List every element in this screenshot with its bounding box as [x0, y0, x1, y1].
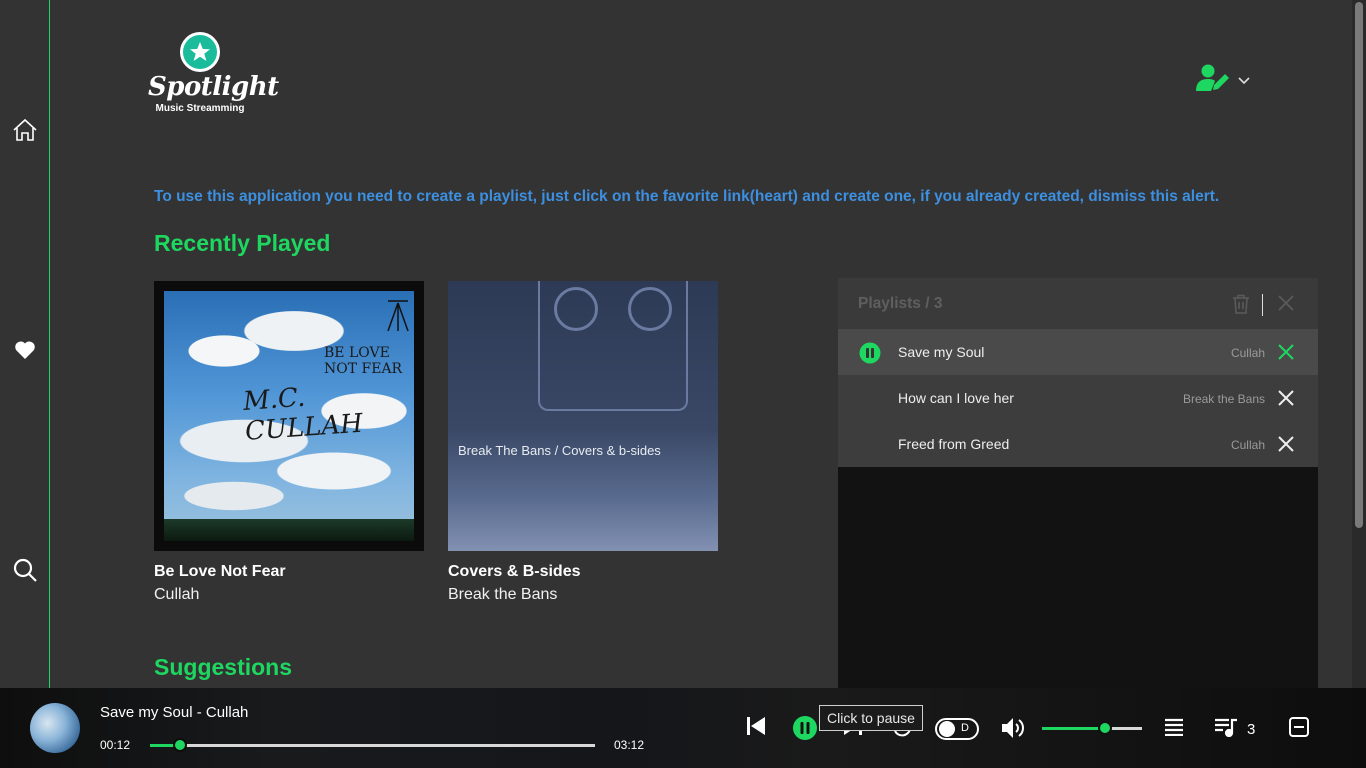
- remove-icon[interactable]: [1278, 344, 1294, 365]
- scrollbar-thumb[interactable]: [1355, 2, 1363, 528]
- album-card[interactable]: BE LOVE NOT FEAR M.C. CULLAH Be Love Not …: [154, 281, 424, 604]
- app-logo[interactable]: Spotlight Music Streamming: [148, 32, 279, 122]
- recently-played-title: Recently Played: [154, 230, 331, 256]
- star-icon: [180, 32, 220, 72]
- album-art: Break The Bans / Covers & b-sides: [448, 281, 718, 551]
- remove-icon[interactable]: [1278, 436, 1294, 457]
- playlist-song-title: How can I love her: [898, 390, 1014, 406]
- header-divider: [1262, 294, 1263, 316]
- playlist-song-title: Freed from Greed: [898, 436, 1010, 452]
- pause-tooltip: Click to pause: [819, 705, 923, 731]
- playlist-panel: Playlists / 3 Save my Soul Cullah How ca…: [838, 278, 1318, 688]
- trash-icon[interactable]: [1232, 294, 1250, 319]
- page-scrollbar[interactable]: [1352, 0, 1366, 688]
- playlist-panel-header: Playlists / 3: [838, 278, 1318, 329]
- album-art: BE LOVE NOT FEAR M.C. CULLAH: [154, 281, 424, 551]
- total-time: 03:12: [614, 738, 645, 752]
- logo-subtitle: Music Streamming: [155, 103, 245, 114]
- album-art-text: Break The Bans / Covers & b-sides: [458, 443, 661, 458]
- skip-previous-icon[interactable]: [745, 716, 767, 736]
- now-playing-title: Save my Soul - Cullah: [100, 704, 249, 721]
- toggle-knob: [939, 721, 955, 737]
- pause-icon[interactable]: [859, 342, 881, 369]
- player-bar: Save my Soul - Cullah 00:12 03:12 D 3: [0, 688, 1366, 768]
- user-edit-icon: [1196, 64, 1230, 97]
- sidebar: [0, 0, 50, 688]
- playlist-row[interactable]: Freed from Greed Cullah: [838, 421, 1318, 467]
- suggestions-title: Suggestions: [154, 654, 293, 680]
- album-artist[interactable]: Break the Bans: [448, 586, 718, 604]
- progress-slider[interactable]: [150, 738, 595, 752]
- album-artist[interactable]: Cullah: [154, 586, 424, 604]
- search-icon[interactable]: [11, 556, 39, 584]
- album-art-line1: BE LOVE: [324, 345, 390, 361]
- album-art-line2: NOT FEAR: [324, 361, 403, 377]
- user-menu[interactable]: [1196, 64, 1250, 97]
- playlist-row[interactable]: Save my Soul Cullah: [838, 329, 1318, 375]
- pause-button[interactable]: [792, 715, 818, 741]
- volume-icon[interactable]: [1001, 717, 1025, 739]
- volume-fill: [1042, 727, 1105, 730]
- toggle-label: D: [961, 722, 969, 734]
- heart-icon[interactable]: [11, 336, 39, 364]
- album-title[interactable]: Be Love Not Fear: [154, 563, 424, 581]
- album-title[interactable]: Covers & B-sides: [448, 563, 718, 581]
- album-emblem-icon: [387, 300, 409, 332]
- remove-icon[interactable]: [1278, 390, 1294, 411]
- queue-count: 3: [1247, 721, 1256, 738]
- queue-music-icon[interactable]: [1214, 717, 1238, 737]
- home-icon[interactable]: [11, 116, 39, 144]
- progress-knob[interactable]: [172, 738, 187, 752]
- minimize-player-icon[interactable]: [1288, 716, 1310, 738]
- create-playlist-alert[interactable]: To use this application you need to crea…: [154, 188, 1219, 206]
- playlist-song-artist: Cullah: [1230, 438, 1265, 452]
- album-card[interactable]: Break The Bans / Covers & b-sides Covers…: [448, 281, 718, 604]
- playlist-song-artist: Break the Bans: [1182, 392, 1265, 406]
- volume-knob[interactable]: [1098, 721, 1112, 735]
- playlist-panel-title: Playlists / 3: [858, 295, 943, 312]
- close-icon[interactable]: [1278, 295, 1294, 316]
- chevron-down-icon: [1238, 72, 1250, 90]
- now-playing-art: [30, 703, 80, 753]
- volume-slider[interactable]: [1042, 721, 1142, 735]
- playlist-song-artist: Cullah: [1230, 346, 1265, 360]
- playlist-song-title: Save my Soul: [898, 344, 985, 360]
- album-art-logo: M.C. CULLAH: [242, 382, 364, 447]
- playlist-row[interactable]: How can I love her Break the Bans: [838, 375, 1318, 421]
- logo-name: Spotlight: [148, 72, 279, 102]
- mode-toggle[interactable]: D: [935, 718, 979, 740]
- list-icon[interactable]: [1164, 718, 1184, 736]
- current-time: 00:12: [100, 738, 131, 752]
